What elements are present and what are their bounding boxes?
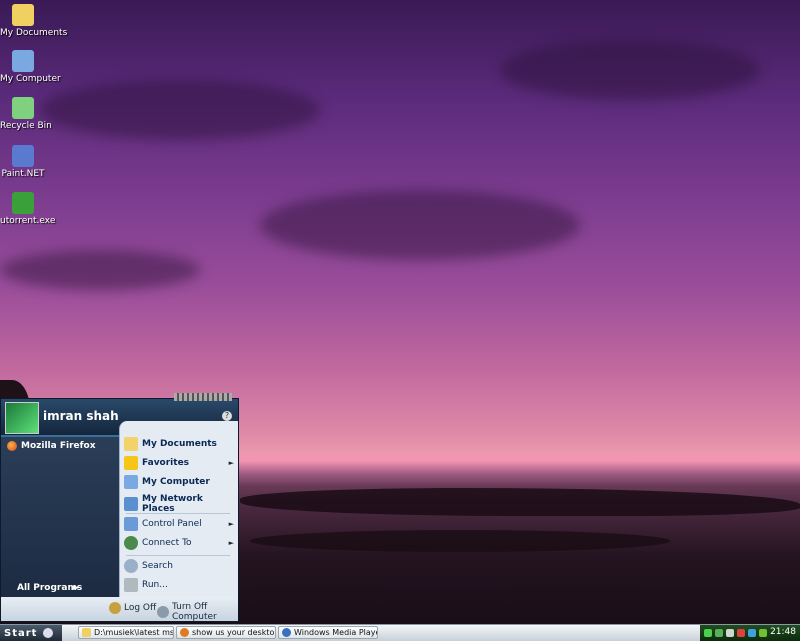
antivirus-icon[interactable] — [737, 629, 745, 637]
menu-item-connect-to[interactable]: Connect To ► — [124, 536, 234, 550]
run-icon — [124, 578, 138, 592]
menu-item-label: Control Panel — [142, 519, 202, 529]
menu-separator — [126, 555, 230, 556]
wallpaper-cloud — [0, 250, 200, 290]
desktop-icon-my-documents[interactable]: My Documents — [0, 4, 68, 38]
network-icon — [124, 497, 138, 511]
desktop-icon-label: My Computer — [0, 74, 61, 84]
wallpaper-rock — [250, 530, 670, 552]
taskbar-button-label: show us your desktop...... — [192, 628, 275, 637]
pinned-item-firefox[interactable]: Mozilla Firefox — [7, 441, 96, 451]
turn-off-button[interactable]: Turn Off Computer — [157, 602, 238, 622]
turn-off-label: Turn Off Computer — [172, 602, 217, 622]
power-icon — [157, 606, 169, 618]
search-icon — [124, 559, 138, 573]
wallpaper-cloud — [40, 80, 320, 140]
desktop-icon-label: Recycle Bin — [0, 121, 52, 131]
control-panel-icon — [124, 517, 138, 531]
menu-item-control-panel[interactable]: Control Panel ► — [124, 517, 234, 531]
help-icon[interactable]: ? — [222, 411, 232, 421]
media-player-icon — [282, 628, 291, 637]
computer-icon — [12, 50, 34, 72]
menu-item-favorites[interactable]: Favorites ► — [124, 456, 234, 470]
header-decoration — [174, 393, 232, 401]
taskbar-button-media-player[interactable]: Windows Media Player — [278, 626, 378, 639]
avatar[interactable] — [5, 402, 39, 434]
taskbar-button-label: Windows Media Player — [294, 628, 378, 637]
key-icon — [109, 602, 121, 614]
menu-item-my-network-places[interactable]: My Network Places — [124, 494, 234, 514]
firefox-icon — [180, 628, 189, 637]
menu-item-label: Run... — [142, 580, 168, 590]
taskbar-button-firefox[interactable]: show us your desktop...... — [176, 626, 276, 639]
utorrent-icon — [12, 192, 34, 214]
arrow-right-icon: ► — [228, 539, 234, 547]
start-menu-left-pane: Mozilla Firefox — [1, 437, 119, 597]
desktop-icon-my-computer[interactable]: My Computer — [0, 50, 61, 84]
folder-icon — [124, 437, 138, 451]
clock: 21:48 — [770, 627, 796, 637]
folder-icon — [82, 628, 91, 637]
menu-item-label: Connect To — [142, 538, 192, 548]
messenger-icon[interactable] — [748, 629, 756, 637]
recycle-bin-icon — [12, 97, 34, 119]
arrow-right-icon: ► — [228, 459, 234, 467]
taskbar-button-label: D:\musiek\latest msk — [94, 628, 174, 637]
desktop-icon-recycle-bin[interactable]: Recycle Bin — [0, 97, 52, 131]
desktop-icon-label: My Documents — [0, 28, 68, 38]
start-menu-right-pane: My Documents Favorites ► My Computer My … — [119, 421, 238, 597]
green-app-icon[interactable] — [704, 629, 712, 637]
desktop-icon-label: utorrent.exe — [0, 216, 56, 226]
wallpaper-cloud — [260, 190, 580, 260]
desktop-icon-utorrent[interactable]: utorrent.exe — [0, 192, 56, 226]
folder-icon — [12, 4, 34, 26]
star-icon — [124, 456, 138, 470]
globe-icon — [124, 536, 138, 550]
start-menu: imran shah ? Mozilla Firefox All Program… — [0, 393, 239, 622]
network-status-icon[interactable] — [715, 629, 723, 637]
menu-separator — [126, 513, 230, 514]
desktop-icon-paint-net[interactable]: Paint.NET — [0, 145, 46, 179]
taskbar: Start D:\musiek\latest msk show us your … — [0, 624, 800, 641]
menu-item-my-computer[interactable]: My Computer — [124, 475, 234, 489]
log-off-button[interactable]: Log Off — [109, 602, 156, 614]
wallpaper-cloud — [500, 40, 760, 100]
nvidia-icon[interactable] — [759, 629, 767, 637]
menu-item-run[interactable]: Run... — [124, 578, 234, 592]
menu-item-label: My Computer — [142, 477, 210, 487]
menu-item-my-documents[interactable]: My Documents — [124, 437, 234, 451]
firefox-icon — [7, 441, 17, 451]
username: imran shah — [43, 409, 119, 423]
menu-item-label: My Network Places — [142, 494, 203, 514]
arrow-right-icon: ► — [73, 583, 80, 593]
start-button[interactable]: Start — [0, 625, 62, 641]
desktop-icon-label: Paint.NET — [1, 169, 45, 179]
menu-item-label: Favorites — [142, 458, 190, 468]
paint-net-icon — [12, 145, 34, 167]
menu-item-label: My Documents — [142, 439, 217, 449]
volume-icon[interactable] — [726, 629, 734, 637]
log-off-label: Log Off — [124, 603, 157, 613]
pinned-item-label: Mozilla Firefox — [21, 441, 96, 451]
start-menu-footer: Log Off Turn Off Computer — [1, 597, 238, 622]
start-label: Start — [4, 627, 38, 639]
computer-icon — [124, 475, 138, 489]
arrow-right-icon: ► — [228, 520, 234, 528]
menu-item-label: Search — [142, 561, 173, 571]
taskbar-button-folder[interactable]: D:\musiek\latest msk — [78, 626, 174, 639]
menu-item-search[interactable]: Search — [124, 559, 234, 573]
start-orb-icon — [43, 628, 54, 638]
